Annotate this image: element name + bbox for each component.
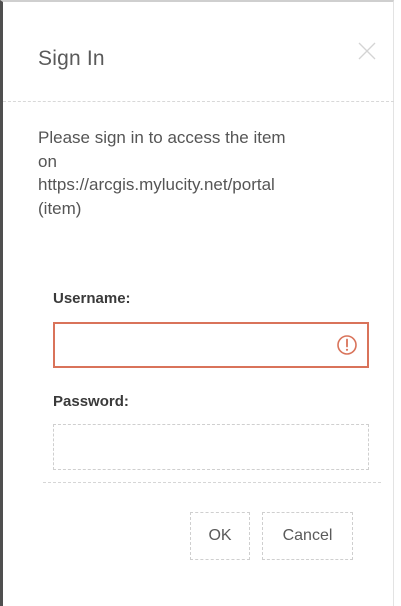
ok-button[interactable]: OK (190, 512, 250, 560)
dialog-header: Sign In (3, 2, 394, 102)
username-field-wrapper (53, 322, 369, 368)
dialog-title: Sign In (38, 47, 105, 70)
footer-divider (43, 482, 381, 483)
close-icon (358, 42, 376, 60)
message-line: https://arcgis.mylucity.net/portal (38, 175, 275, 194)
error-icon (336, 334, 358, 356)
password-label: Password: (53, 393, 129, 410)
cancel-button[interactable]: Cancel (262, 512, 353, 560)
sign-in-dialog: Sign In Please sign in to access the ite… (0, 0, 394, 606)
password-field-wrapper (53, 424, 369, 470)
username-input[interactable] (55, 324, 367, 366)
password-input[interactable] (54, 425, 368, 469)
username-label: Username: (53, 290, 131, 307)
message-line: on (38, 151, 57, 171)
sign-in-message: Please sign in to access the item on htt… (38, 126, 383, 220)
message-line: (item) (38, 198, 82, 218)
message-line: Please sign in to access the item (38, 128, 286, 147)
close-button[interactable] (356, 40, 378, 62)
